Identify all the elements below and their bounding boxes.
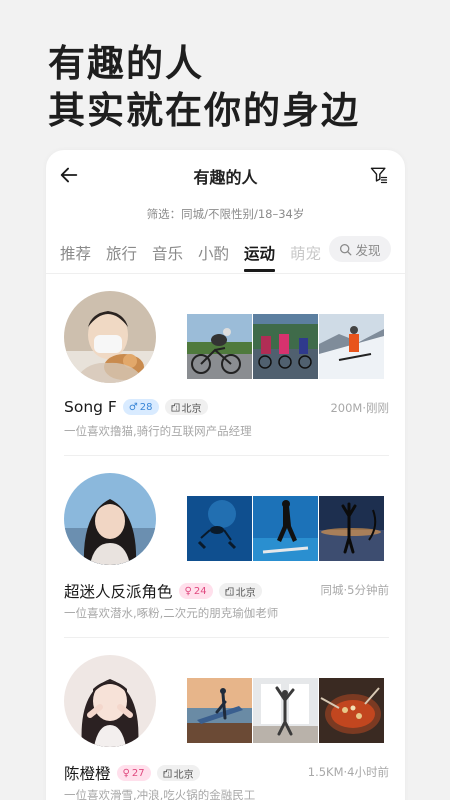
building-icon bbox=[171, 402, 180, 412]
page-title: 有趣的人 bbox=[193, 168, 258, 187]
search-icon bbox=[340, 243, 352, 255]
user-name: Song F bbox=[64, 398, 117, 416]
user-info-row: 超迷人反派角色 ♀ 24 北京 bbox=[64, 580, 262, 602]
cycling-race-photo[interactable] bbox=[253, 314, 318, 379]
photo-strip bbox=[187, 314, 384, 379]
user-bio: 一位喜欢潜水,啄粉,二次元的朋克瑜伽老师 bbox=[64, 606, 279, 620]
promo-headline: 有趣的人 其实就在你的身边 bbox=[48, 40, 360, 134]
diving-photo[interactable] bbox=[187, 496, 252, 561]
gender-age-badge: ♀ 27 bbox=[116, 765, 151, 781]
female-icon: ♀ bbox=[184, 585, 192, 597]
tab-recommend[interactable]: 推荐 bbox=[60, 242, 91, 264]
headline-line-2: 其实就在你的身边 bbox=[48, 89, 360, 132]
filter-summary[interactable]: 筛选：同城/不限性别/18–34岁 bbox=[46, 206, 405, 226]
surfing-photo[interactable] bbox=[187, 678, 252, 743]
phone-screen-card: 有趣的人 筛选：同城/不限性别/18–34岁 推荐 旅行 音乐 小酌 运动 萌宠… bbox=[46, 150, 405, 800]
building-icon bbox=[163, 768, 172, 778]
category-tabs: 推荐 旅行 音乐 小酌 运动 萌宠 发现 bbox=[46, 234, 405, 274]
male-icon: ♂ bbox=[128, 401, 138, 413]
headline-line-1: 有趣的人 bbox=[48, 42, 204, 85]
user-bio: 一位喜欢撸猫,骑行的互联网产品经理 bbox=[64, 424, 252, 438]
top-bar: 有趣的人 bbox=[46, 150, 405, 202]
city-badge: 北京 bbox=[156, 765, 200, 781]
window-dance-photo[interactable] bbox=[253, 678, 318, 743]
list-item[interactable]: 超迷人反派角色 ♀ 24 北京 同城·5分钟前 一位喜欢潜水,啄粉,二次元的朋克… bbox=[64, 456, 389, 638]
user-bio: 一位喜欢滑雪,冲浪,吃火锅的金融民工 bbox=[64, 788, 256, 800]
tab-sports[interactable]: 运动 bbox=[244, 242, 276, 272]
avatar[interactable] bbox=[64, 291, 156, 383]
user-name: 陈橙橙 bbox=[64, 765, 111, 783]
tab-pets[interactable]: 萌宠 bbox=[290, 242, 321, 264]
distance-time: 1.5KM·4小时前 bbox=[307, 765, 389, 779]
list-item[interactable]: 陈橙橙 ♀ 27 北京 1.5KM·4小时前 一位喜欢滑雪,冲浪,吃火锅的金融民… bbox=[64, 638, 389, 800]
distance-time: 200M·刚刚 bbox=[330, 401, 389, 415]
filter-icon[interactable] bbox=[369, 165, 389, 185]
discover-search-button[interactable]: 发现 bbox=[329, 236, 391, 262]
list-item[interactable]: Song F ♂ 28 北京 200M·刚刚 一位喜欢撸猫,骑行的互联网产品经理 bbox=[64, 274, 389, 456]
user-info-row: 陈橙橙 ♀ 27 北京 bbox=[64, 762, 200, 784]
discover-label: 发现 bbox=[355, 242, 381, 258]
age-value: 27 bbox=[131, 767, 145, 779]
photo-strip bbox=[187, 496, 384, 561]
user-info-row: Song F ♂ 28 北京 bbox=[64, 398, 208, 416]
user-name: 超迷人反派角色 bbox=[64, 583, 173, 601]
hotpot-photo[interactable] bbox=[319, 678, 384, 743]
tab-travel[interactable]: 旅行 bbox=[106, 242, 137, 264]
city-badge: 北京 bbox=[164, 399, 208, 415]
tab-drinks[interactable]: 小酌 bbox=[198, 242, 229, 264]
city-name: 北京 bbox=[181, 403, 202, 415]
female-icon: ♀ bbox=[122, 767, 130, 779]
photo-strip bbox=[187, 678, 384, 743]
avatar[interactable] bbox=[64, 473, 156, 565]
cycling-photo[interactable] bbox=[187, 314, 252, 379]
distance-time: 同城·5分钟前 bbox=[320, 583, 389, 597]
skiing-photo[interactable] bbox=[319, 314, 384, 379]
city-badge: 北京 bbox=[218, 583, 262, 599]
user-feed: Song F ♂ 28 北京 200M·刚刚 一位喜欢撸猫,骑行的互联网产品经理 bbox=[46, 274, 405, 800]
city-name: 北京 bbox=[173, 769, 194, 781]
gender-age-badge: ♂ 28 bbox=[122, 399, 159, 415]
city-name: 北京 bbox=[235, 587, 256, 599]
age-value: 24 bbox=[193, 585, 207, 597]
tab-music[interactable]: 音乐 bbox=[152, 242, 183, 264]
gender-age-badge: ♀ 24 bbox=[178, 583, 213, 599]
age-value: 28 bbox=[139, 401, 153, 413]
building-icon bbox=[225, 586, 234, 596]
underwater-pose-photo[interactable] bbox=[253, 496, 318, 561]
yoga-sunset-photo[interactable] bbox=[319, 496, 384, 561]
avatar[interactable] bbox=[64, 655, 156, 747]
